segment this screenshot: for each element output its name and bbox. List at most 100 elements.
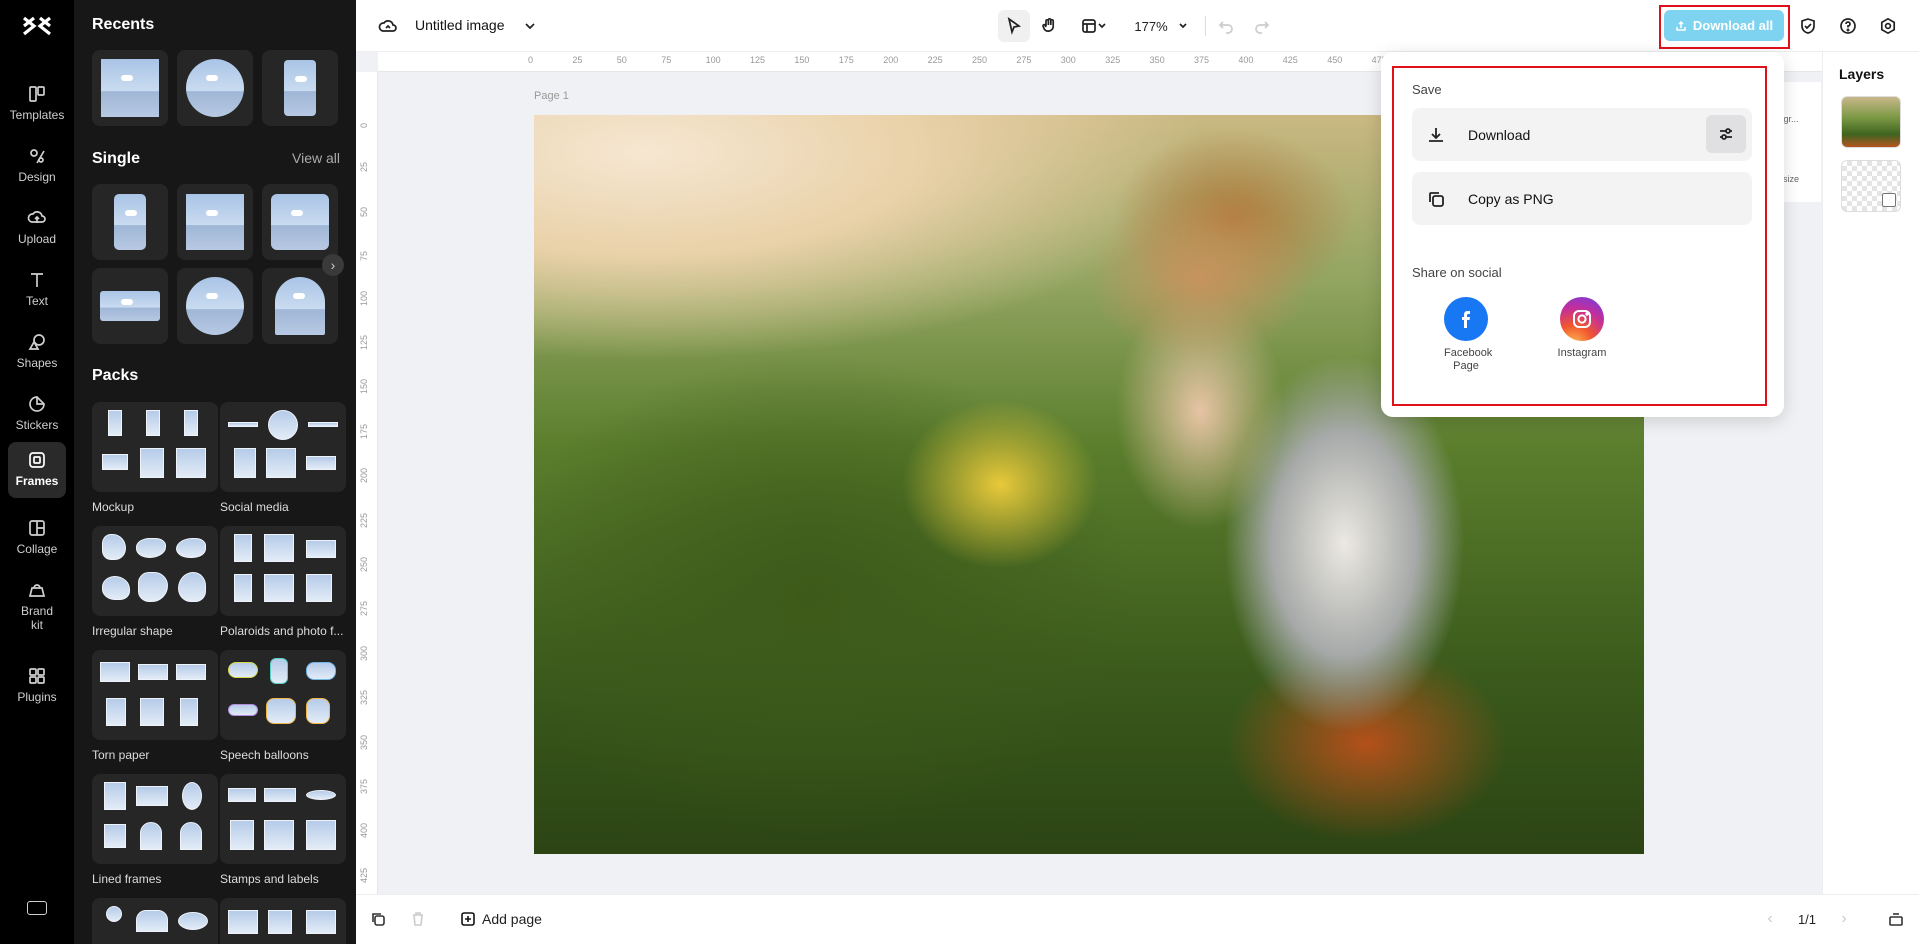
pack-social-media[interactable] bbox=[220, 402, 346, 492]
rail-shapes[interactable]: Shapes bbox=[8, 324, 66, 380]
ruler-tick: 250 bbox=[359, 556, 369, 572]
next-page-button[interactable]: › bbox=[1834, 907, 1854, 931]
toolbar-divider bbox=[1205, 16, 1206, 36]
single-frame-square[interactable] bbox=[177, 184, 253, 260]
text-icon bbox=[31, 273, 43, 287]
pack-label: Mockup bbox=[92, 500, 135, 514]
ruler-tick: 425 bbox=[359, 867, 369, 883]
single-next-arrow[interactable]: › bbox=[322, 254, 344, 276]
chevron-down-icon[interactable] bbox=[520, 14, 540, 38]
ruler-tick: 400 bbox=[359, 823, 369, 839]
rail-text[interactable]: Text bbox=[8, 262, 66, 318]
add-page-button[interactable]: Add page bbox=[460, 907, 542, 931]
redo-button[interactable] bbox=[1250, 14, 1274, 38]
pack-mockup[interactable] bbox=[92, 402, 218, 492]
cloud-save-icon[interactable] bbox=[376, 14, 400, 38]
rail-collage[interactable]: Collage bbox=[8, 510, 66, 566]
pack-polaroids[interactable] bbox=[220, 526, 346, 616]
ruler-tick: 150 bbox=[359, 379, 369, 395]
prev-page-button[interactable]: ‹ bbox=[1760, 907, 1780, 931]
single-frame-arch[interactable] bbox=[262, 268, 338, 344]
pack-speech-balloons[interactable] bbox=[220, 650, 346, 740]
gear-icon bbox=[1880, 17, 1896, 35]
layer-photo-thumbnail[interactable] bbox=[1841, 96, 1901, 148]
ruler-tick: 125 bbox=[750, 55, 766, 65]
ruler-tick: 300 bbox=[359, 645, 369, 661]
rail-plugins[interactable]: Plugins bbox=[8, 658, 66, 714]
rail-upload[interactable]: Upload bbox=[8, 200, 66, 256]
ruler-tick: 350 bbox=[359, 734, 369, 750]
pack-torn-paper[interactable] bbox=[92, 650, 218, 740]
pack-stamps-and-labels[interactable] bbox=[220, 774, 346, 864]
ruler-tick: 75 bbox=[661, 55, 672, 65]
single-frame-landscape[interactable] bbox=[92, 268, 168, 344]
page-counter: 1/1 bbox=[1797, 911, 1817, 927]
download-all-highlight bbox=[1659, 5, 1790, 49]
ruler-tick: 325 bbox=[1105, 55, 1121, 65]
ruler-tick: 50 bbox=[359, 206, 369, 217]
popup-highlight bbox=[1392, 66, 1767, 406]
undo-icon bbox=[1218, 21, 1233, 34]
recent-frame-circle[interactable] bbox=[177, 50, 253, 126]
pack-label: Stamps and labels bbox=[220, 872, 319, 886]
recent-frame-square[interactable] bbox=[92, 50, 168, 126]
keyboard-shortcuts-icon[interactable] bbox=[27, 901, 47, 915]
single-frame-portrait[interactable] bbox=[92, 184, 168, 260]
rail-label: Frames bbox=[15, 474, 59, 488]
hand-tool-button[interactable] bbox=[1034, 10, 1066, 42]
zoom-dropdown[interactable]: 177% bbox=[1126, 10, 1196, 42]
ruler-tick: 275 bbox=[1016, 55, 1032, 65]
rail-stickers[interactable]: Stickers bbox=[8, 386, 66, 442]
settings-button[interactable] bbox=[1876, 14, 1900, 38]
pack-lined-frames[interactable] bbox=[92, 774, 218, 864]
single-frame-circle[interactable] bbox=[177, 268, 253, 344]
help-button[interactable] bbox=[1836, 14, 1860, 38]
pack-label: Speech balloons bbox=[220, 748, 309, 762]
ruler-tick: 50 bbox=[616, 55, 627, 65]
pages-icon bbox=[1889, 913, 1903, 926]
trash-icon bbox=[413, 912, 423, 926]
page-manager-button[interactable] bbox=[1884, 907, 1908, 931]
pack-more-2[interactable] bbox=[220, 898, 346, 944]
page-label: Page 1 bbox=[534, 90, 569, 102]
ruler-tick: 0 bbox=[359, 122, 369, 128]
cursor-icon bbox=[1007, 17, 1022, 35]
rail-label: Upload bbox=[17, 232, 57, 246]
layer-background-thumbnail[interactable] bbox=[1841, 160, 1901, 212]
frames-icon bbox=[29, 452, 45, 468]
rail-label: Text bbox=[25, 294, 48, 308]
rail-label: Collage bbox=[16, 542, 58, 556]
shield-check-button[interactable] bbox=[1796, 14, 1820, 38]
rail-frames[interactable]: Frames bbox=[8, 442, 66, 498]
rail-design[interactable]: Design bbox=[8, 138, 66, 194]
ruler-tick: 375 bbox=[1194, 55, 1210, 65]
pack-more-1[interactable] bbox=[92, 898, 218, 944]
rail-label: Plugins bbox=[17, 690, 57, 704]
pack-label: Lined frames bbox=[92, 872, 162, 886]
rail-label: Shapes bbox=[16, 356, 58, 370]
capcut-logo[interactable] bbox=[20, 12, 54, 40]
ruler-tick: 150 bbox=[794, 55, 810, 65]
ruler-tick: 0 bbox=[528, 55, 534, 65]
pack-irregular-shape[interactable] bbox=[92, 526, 218, 616]
duplicate-page-button[interactable] bbox=[366, 907, 390, 931]
layers-panel: Layers bbox=[1822, 52, 1919, 894]
rail-brand-kit[interactable]: Brand kit bbox=[8, 572, 66, 644]
rail-templates[interactable]: Templates bbox=[8, 76, 66, 132]
ruler-tick: 200 bbox=[883, 55, 899, 65]
delete-page-button[interactable] bbox=[406, 907, 430, 931]
undo-button[interactable] bbox=[1214, 14, 1238, 38]
select-tool-button[interactable] bbox=[998, 10, 1030, 42]
ruler-tick: 175 bbox=[359, 423, 369, 439]
ruler-tick: 100 bbox=[359, 290, 369, 306]
layout-button[interactable] bbox=[1074, 10, 1114, 42]
document-title[interactable]: Untitled image bbox=[415, 17, 505, 33]
single-view-all-link[interactable]: View all bbox=[292, 150, 340, 166]
recent-frame-portrait[interactable] bbox=[262, 50, 338, 126]
hand-icon bbox=[1042, 18, 1055, 32]
ruler-tick: 125 bbox=[359, 334, 369, 350]
pack-label: Torn paper bbox=[92, 748, 150, 762]
recents-title: Recents bbox=[92, 16, 155, 33]
single-frame-rounded[interactable] bbox=[262, 184, 338, 260]
ruler-tick: 25 bbox=[359, 162, 369, 173]
